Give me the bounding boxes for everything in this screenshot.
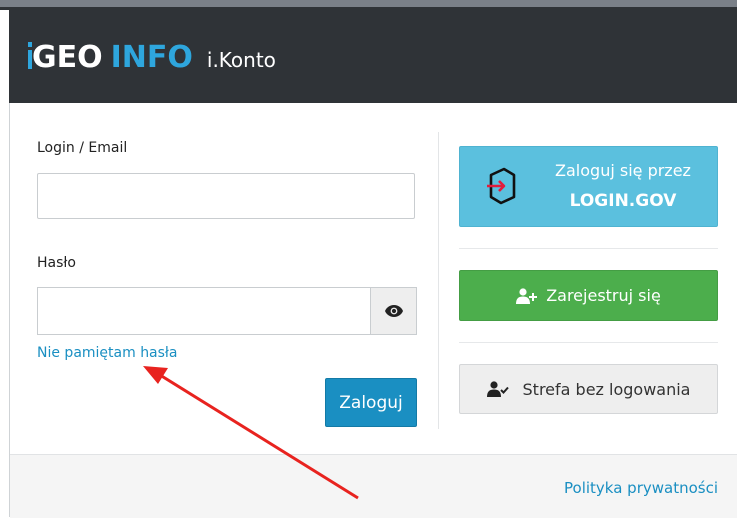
login-email-input[interactable] bbox=[37, 173, 415, 219]
logo-geo-text: GEO bbox=[32, 40, 103, 75]
privacy-policy-link[interactable]: Polityka prywatności bbox=[564, 479, 718, 497]
forgot-password-link[interactable]: Nie pamiętam hasła bbox=[37, 345, 178, 361]
logo-mark bbox=[28, 42, 32, 69]
logo-product-name: i.Konto bbox=[206, 48, 276, 72]
login-button[interactable]: Zaloguj bbox=[325, 378, 417, 427]
password-input[interactable] bbox=[37, 287, 370, 335]
login-gov-icon bbox=[487, 167, 516, 205]
divider-1 bbox=[459, 248, 718, 249]
password-group bbox=[37, 287, 417, 335]
footer: Polityka prywatności bbox=[10, 454, 737, 518]
login-email-label: Login / Email bbox=[37, 140, 128, 156]
register-button[interactable]: Zarejestruj się bbox=[459, 270, 718, 321]
login-gov-button[interactable]: Zaloguj się przez LOGIN.GOV bbox=[459, 146, 718, 227]
user-check-icon bbox=[486, 381, 509, 397]
divider-2 bbox=[459, 342, 718, 343]
login-gov-line1: Zaloguj się przez bbox=[555, 161, 691, 180]
vertical-divider bbox=[438, 132, 439, 429]
show-password-button[interactable] bbox=[370, 287, 417, 335]
register-label: Zarejestruj się bbox=[546, 286, 661, 305]
user-plus-icon bbox=[516, 287, 538, 304]
logo-info-text: INFO bbox=[110, 40, 193, 75]
guest-zone-label: Strefa bez logowania bbox=[522, 379, 691, 399]
guest-zone-button[interactable]: Strefa bez logowania bbox=[459, 364, 718, 414]
geoinfo-logo: GEO INFO i.Konto bbox=[28, 40, 276, 76]
app-header: GEO INFO i.Konto bbox=[9, 10, 737, 103]
login-gov-line2: LOGIN.GOV bbox=[569, 191, 677, 211]
password-label: Hasło bbox=[37, 255, 76, 271]
eye-icon bbox=[384, 305, 403, 317]
